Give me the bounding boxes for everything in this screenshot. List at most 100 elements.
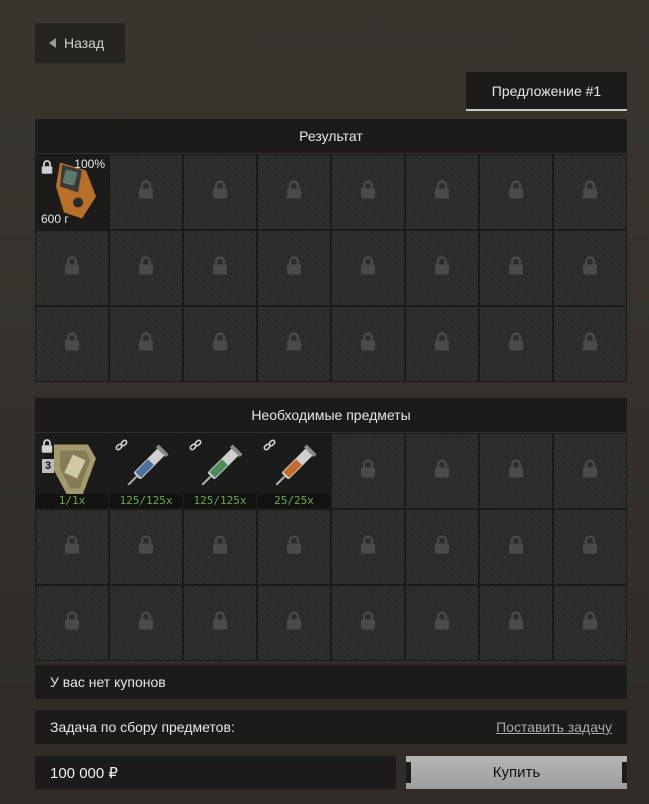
locked-slot — [183, 306, 257, 382]
level-badge: 3 — [42, 459, 54, 473]
lock-icon — [138, 256, 154, 280]
lock-icon — [434, 459, 450, 483]
lock-icon — [138, 535, 154, 559]
tab-offer-1-label: Предложение #1 — [491, 82, 602, 99]
lock-icon — [508, 256, 524, 280]
locked-slot — [479, 509, 553, 585]
lock-icon — [582, 535, 598, 559]
locked-slot — [553, 509, 627, 585]
lock-icon — [360, 256, 376, 280]
locked-slot — [479, 154, 553, 230]
coupons-text: У вас нет купонов — [50, 674, 166, 690]
locked-slot — [553, 154, 627, 230]
tab-offer-1[interactable]: Предложение #1 — [466, 72, 627, 111]
locked-slot — [109, 306, 183, 382]
lock-icon — [508, 535, 524, 559]
locked-slot — [405, 509, 479, 585]
trader-window: { "nav": { "back_label": "Назад" }, "tab… — [0, 0, 649, 804]
lock-icon — [434, 535, 450, 559]
lock-icon — [41, 439, 53, 458]
lock-icon — [64, 256, 80, 280]
lock-icon — [360, 332, 376, 356]
lock-icon — [582, 332, 598, 356]
locked-slot — [405, 433, 479, 509]
back-button[interactable]: Назад — [35, 23, 125, 63]
back-button-label: Назад — [64, 35, 105, 51]
locked-slot — [331, 433, 405, 509]
locked-slot — [331, 230, 405, 306]
locked-slot — [405, 585, 479, 661]
lock-icon — [286, 256, 302, 280]
coupons-bar: У вас нет купонов — [35, 665, 627, 699]
lock-icon — [41, 160, 53, 179]
required-item-slot[interactable]: 125/125x — [109, 433, 183, 509]
item-count: 25/25x — [258, 494, 330, 508]
item-durability: 100% — [74, 157, 105, 171]
lock-icon — [64, 332, 80, 356]
lock-icon — [360, 535, 376, 559]
lock-icon — [286, 611, 302, 635]
locked-slot — [257, 154, 331, 230]
lock-icon — [582, 256, 598, 280]
locked-slot — [331, 306, 405, 382]
locked-slot — [553, 306, 627, 382]
lock-icon — [434, 611, 450, 635]
lock-icon — [508, 611, 524, 635]
lock-icon — [360, 611, 376, 635]
set-task-link[interactable]: Поставить задачу — [496, 719, 612, 735]
locked-slot — [109, 154, 183, 230]
locked-slot — [109, 509, 183, 585]
required-item-slot[interactable]: 3 1/1x — [35, 433, 109, 509]
locked-slot — [405, 154, 479, 230]
lock-icon — [286, 180, 302, 204]
item-count: 125/125x — [110, 494, 182, 508]
locked-slot — [109, 585, 183, 661]
result-grid: 100% 600 г — [35, 154, 627, 382]
buy-button[interactable]: Купить — [406, 756, 627, 789]
locked-slot — [183, 154, 257, 230]
locked-slot — [257, 585, 331, 661]
locked-slot — [479, 433, 553, 509]
link-icon — [189, 439, 203, 458]
lock-icon — [360, 459, 376, 483]
locked-slot — [331, 154, 405, 230]
locked-slot — [109, 230, 183, 306]
task-bar: Задача по сбору предметов: Поставить зад… — [35, 710, 627, 744]
locked-slot — [479, 585, 553, 661]
locked-slot — [553, 433, 627, 509]
lock-icon — [64, 535, 80, 559]
link-icon — [263, 439, 277, 458]
locked-slot — [183, 509, 257, 585]
locked-slot — [35, 585, 109, 661]
locked-slot — [553, 230, 627, 306]
result-item-slot[interactable]: 100% 600 г — [35, 154, 109, 230]
buy-button-label: Купить — [492, 764, 541, 781]
lock-icon — [138, 180, 154, 204]
lock-icon — [434, 332, 450, 356]
locked-slot — [405, 306, 479, 382]
lock-icon — [286, 332, 302, 356]
required-items-grid: 3 1/1x 125/125x 125/125x 25/25x — [35, 433, 627, 661]
lock-icon — [212, 180, 228, 204]
lock-icon — [508, 332, 524, 356]
locked-slot — [257, 509, 331, 585]
lock-icon — [138, 611, 154, 635]
required-item-slot[interactable]: 125/125x — [183, 433, 257, 509]
price-field: 100 000 ₽ — [35, 756, 396, 789]
locked-slot — [35, 509, 109, 585]
link-icon — [115, 439, 129, 458]
lock-icon — [582, 459, 598, 483]
required-item-slot[interactable]: 25/25x — [257, 433, 331, 509]
locked-slot — [331, 509, 405, 585]
item-count: 1/1x — [36, 494, 108, 508]
result-header: Результат — [35, 119, 627, 153]
required-items-header: Необходимые предметы — [35, 398, 627, 432]
locked-slot — [183, 585, 257, 661]
locked-slot — [35, 230, 109, 306]
lock-icon — [508, 180, 524, 204]
lock-icon — [360, 180, 376, 204]
lock-icon — [212, 535, 228, 559]
lock-icon — [212, 332, 228, 356]
arrow-left-icon — [49, 38, 56, 48]
lock-icon — [434, 256, 450, 280]
